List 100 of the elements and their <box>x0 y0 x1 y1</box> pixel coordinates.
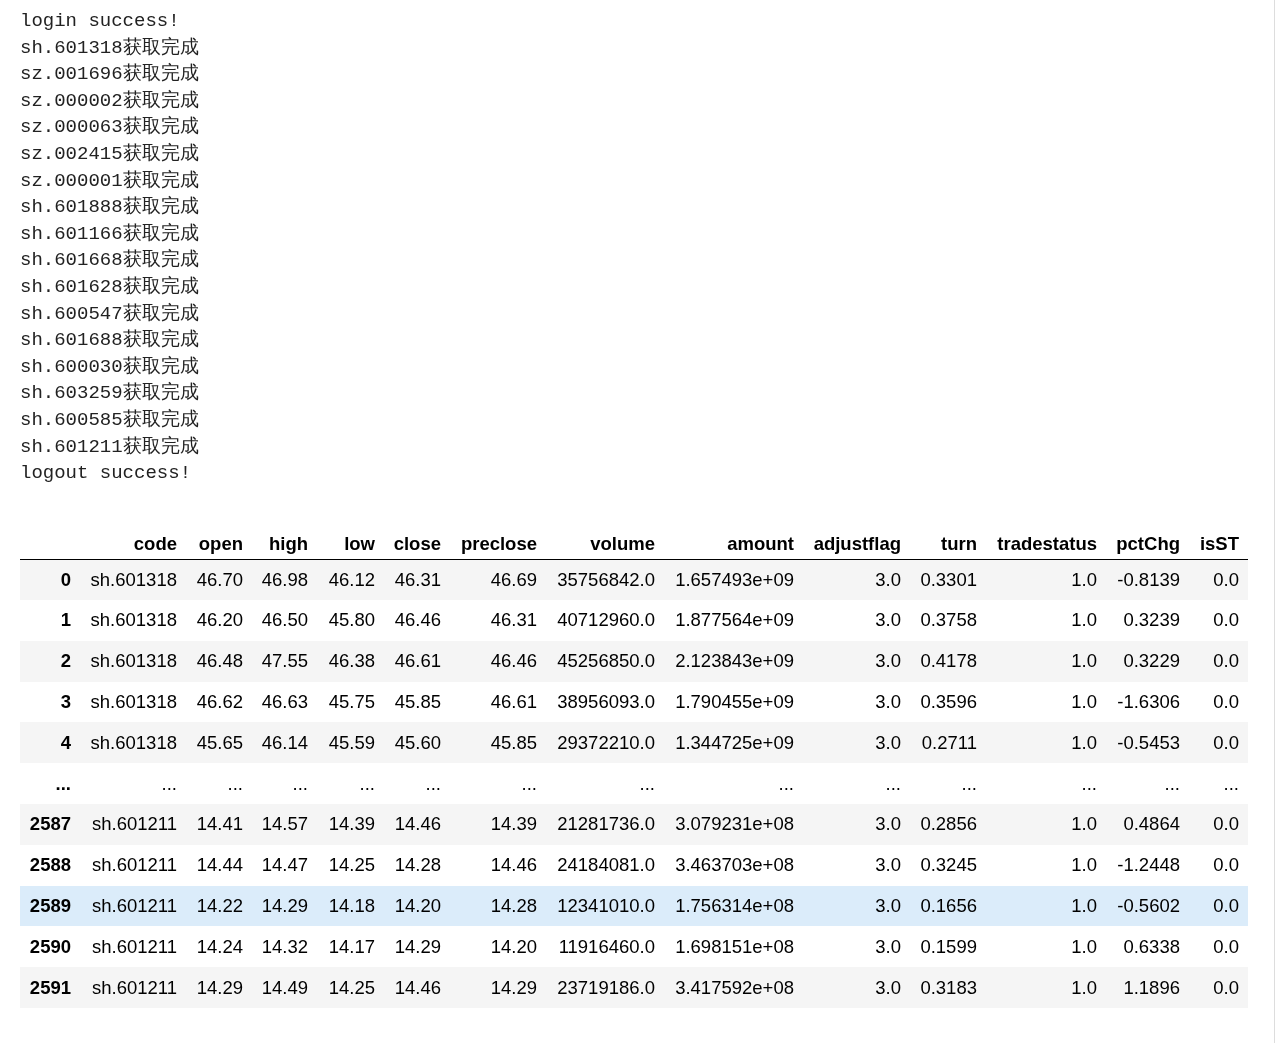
table-cell: 0.3758 <box>910 600 986 641</box>
table-cell: ... <box>986 763 1106 804</box>
table-cell: 14.39 <box>317 803 384 845</box>
output-line: sz.000063获取完成 <box>20 115 200 141</box>
table-cell: 3.0 <box>803 681 910 723</box>
output-line: logout success! <box>20 461 193 487</box>
table-cell: -0.5602 <box>1106 885 1189 927</box>
table-cell: 0.0 <box>1189 722 1248 764</box>
table-cell: 3.0 <box>803 926 910 968</box>
table-cell: 0.2856 <box>910 803 986 845</box>
column-header: turn <box>941 532 977 554</box>
table-cell: ... <box>910 763 986 804</box>
table-cell: 46.48 <box>186 640 252 682</box>
table-cell: 1.0 <box>986 600 1106 641</box>
table-cell: 46.62 <box>186 681 252 723</box>
table-cell: 40712960.0 <box>546 600 664 641</box>
table-cell: 46.50 <box>252 600 317 641</box>
row-index: 3 <box>20 681 80 723</box>
column-header: pctChg <box>1116 532 1180 554</box>
table-cell: 3.079231e+08 <box>664 803 803 845</box>
table-cell: 14.29 <box>252 885 317 927</box>
table-cell: 1.0 <box>986 803 1106 845</box>
table-cell: 0.1599 <box>910 926 986 968</box>
column-header: amount <box>727 532 794 554</box>
table-cell: sh.601318 <box>80 559 186 600</box>
table-cell: -1.2448 <box>1106 844 1189 886</box>
table-cell: 1.0 <box>986 681 1106 723</box>
table-cell: 1.0 <box>986 926 1106 968</box>
table-cell: 3.0 <box>803 640 910 682</box>
table-cell: sh.601318 <box>80 640 186 682</box>
table-cell: 14.22 <box>186 885 252 927</box>
table-cell: 1.0 <box>986 640 1106 682</box>
table-cell: 0.3229 <box>1106 640 1189 682</box>
row-index: 2591 <box>20 967 80 1008</box>
table-cell: -0.8139 <box>1106 559 1189 600</box>
table-cell: 46.12 <box>317 559 384 600</box>
table-cell: 0.3245 <box>910 844 986 886</box>
table-cell: sh.601318 <box>80 722 186 764</box>
table-cell: 29372210.0 <box>546 722 664 764</box>
table-cell: 0.3239 <box>1106 600 1189 641</box>
row-index: 2587 <box>20 803 80 845</box>
output-line: sz.002415获取完成 <box>20 141 200 167</box>
table-cell: 14.25 <box>317 967 384 1008</box>
table-cell: 14.18 <box>317 885 384 927</box>
output-line: sh.600585获取完成 <box>20 407 200 433</box>
table-cell: 14.28 <box>450 885 546 927</box>
table-cell: 0.2711 <box>910 722 986 764</box>
row-index: 4 <box>20 722 80 764</box>
table-cell: 14.29 <box>450 967 546 1008</box>
table-cell: 14.46 <box>384 803 450 845</box>
table-cell: 46.63 <box>252 681 317 723</box>
table-cell: sh.601211 <box>80 803 186 845</box>
table-cell: 46.38 <box>317 640 384 682</box>
column-header: low <box>344 532 375 554</box>
table-cell: 3.0 <box>803 559 910 600</box>
table-cell: 1.0 <box>986 967 1106 1008</box>
table-cell: ... <box>384 763 450 804</box>
output-line: sz.001696获取完成 <box>20 62 200 88</box>
row-index: ... <box>20 763 80 804</box>
table-cell: 45.75 <box>317 681 384 723</box>
row-index: 1 <box>20 600 80 641</box>
table-cell: 11916460.0 <box>546 926 664 968</box>
output-line: sh.601628获取完成 <box>20 274 200 300</box>
table-cell: 14.29 <box>384 926 450 968</box>
table-cell: 0.3301 <box>910 559 986 600</box>
column-header: adjustflag <box>813 532 901 554</box>
table-cell: 45.85 <box>450 722 546 764</box>
table-cell: 0.0 <box>1189 803 1248 845</box>
table-cell: 35756842.0 <box>546 559 664 600</box>
table-cell: 45.65 <box>186 722 252 764</box>
table-cell: 46.61 <box>384 640 450 682</box>
table-cell: 45.80 <box>317 600 384 641</box>
table-cell: 0.0 <box>1189 926 1248 968</box>
table-cell: 1.698151e+08 <box>664 926 803 968</box>
output-line: sz.000002获取完成 <box>20 88 200 114</box>
table-cell: 14.24 <box>186 926 252 968</box>
table-cell: -1.6306 <box>1106 681 1189 723</box>
table-cell: 46.98 <box>252 559 317 600</box>
table-cell: 14.44 <box>186 844 252 886</box>
table-cell: sh.601318 <box>80 600 186 641</box>
column-header: open <box>198 532 243 554</box>
table-cell: 46.20 <box>186 600 252 641</box>
table-cell: 38956093.0 <box>546 681 664 723</box>
column-header: volume <box>590 532 655 554</box>
column-header: tradestatus <box>997 532 1097 554</box>
output-line: sz.000001获取完成 <box>20 168 200 194</box>
table-cell: ... <box>1189 763 1248 804</box>
table-cell: 14.46 <box>450 844 546 886</box>
table-cell: 46.31 <box>384 559 450 600</box>
table-cell: 46.46 <box>384 600 450 641</box>
table-cell: 1.756314e+08 <box>664 885 803 927</box>
column-header: preclose <box>460 532 537 554</box>
table-cell: 14.57 <box>252 803 317 845</box>
row-index: 2588 <box>20 844 80 886</box>
table-cell: -0.5453 <box>1106 722 1189 764</box>
table-cell: 1.0 <box>986 844 1106 886</box>
table-cell: 45.60 <box>384 722 450 764</box>
table-cell: sh.601318 <box>80 681 186 723</box>
table-cell: 14.28 <box>384 844 450 886</box>
column-header: code <box>133 532 177 554</box>
